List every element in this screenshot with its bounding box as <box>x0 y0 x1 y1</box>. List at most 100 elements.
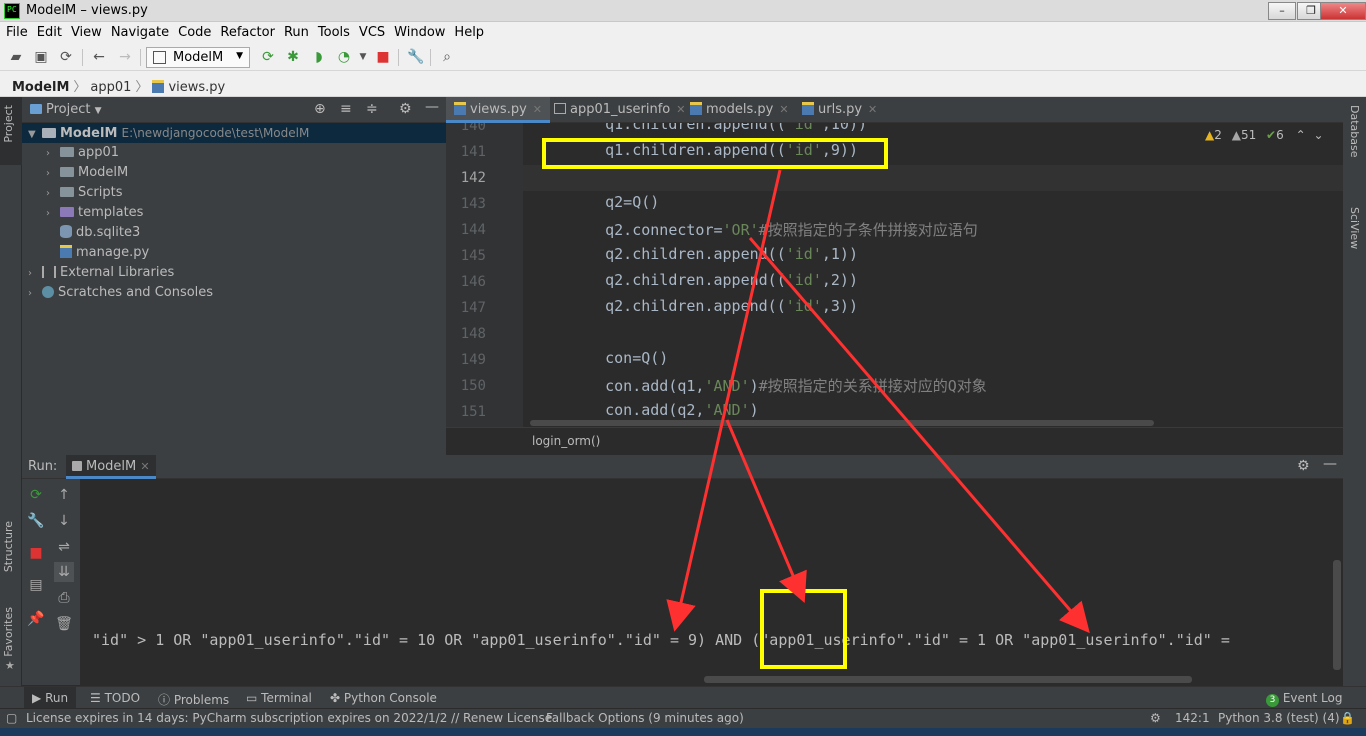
event-log-button[interactable]: 3 Event Log <box>1258 687 1350 709</box>
scroll-to-end-icon[interactable]: ⇊ <box>54 562 74 582</box>
tab-models-py[interactable]: models.py ✕ <box>682 97 797 123</box>
menu-vcs[interactable]: VCS <box>353 22 388 40</box>
locate-icon[interactable]: ⊕ <box>314 101 326 117</box>
tab-run[interactable]: ▶ Run <box>24 687 77 709</box>
rerun-icon[interactable]: ⟳ <box>260 49 276 65</box>
tab-app01-userinfo[interactable]: app01_userinfo ✕ <box>546 97 693 123</box>
hide-panel-icon[interactable]: — <box>1323 456 1337 472</box>
python-icon: ✤ <box>330 691 341 705</box>
tab-todo[interactable]: ☰ TODO <box>82 687 148 709</box>
tree-item-templates[interactable]: › templates <box>22 203 446 223</box>
structure-tool-tab[interactable]: Structure <box>2 521 15 572</box>
database-tool-tab[interactable]: Database <box>1348 105 1361 158</box>
up-icon[interactable]: ↑ <box>54 485 74 505</box>
menu-view[interactable]: View <box>65 22 105 40</box>
tree-item-modelm[interactable]: › ModelM <box>22 163 446 183</box>
profile-icon[interactable]: ◔ <box>336 49 352 65</box>
open-folder-icon[interactable]: ▰ <box>8 49 24 65</box>
expand-all-icon[interactable]: ≡ <box>340 101 352 117</box>
coverage-icon[interactable]: ◗ <box>311 49 327 65</box>
tree-item-db-sqlite3[interactable]: db.sqlite3 <box>22 223 446 243</box>
console-vertical-scrollbar[interactable] <box>1333 560 1341 670</box>
menu-run[interactable]: Run <box>278 22 312 40</box>
stop-icon[interactable]: ■ <box>375 49 391 65</box>
stop-icon[interactable]: ■ <box>26 543 46 563</box>
tab-terminal[interactable]: ▭ Terminal <box>238 687 320 709</box>
favorites-tool-tab[interactable]: Favorites <box>2 607 15 657</box>
print-icon[interactable]: ⎙ <box>54 588 74 608</box>
search-icon[interactable]: ⌕ <box>439 49 455 65</box>
tree-item-scripts[interactable]: › Scripts <box>22 183 446 203</box>
menu-file[interactable]: File <box>0 22 31 40</box>
project-view-icon <box>30 104 42 114</box>
menu-help[interactable]: Help <box>448 22 487 40</box>
menu-navigate[interactable]: Navigate <box>105 22 172 40</box>
minimize-button[interactable]: – <box>1268 2 1296 20</box>
close-button[interactable]: ✕ <box>1320 2 1366 20</box>
forward-icon[interactable]: → <box>117 49 133 65</box>
sync-icon[interactable]: ⟳ <box>58 49 74 65</box>
back-icon[interactable]: ← <box>91 49 107 65</box>
table-icon <box>554 103 566 114</box>
menu-bar: File Edit View Navigate Code Refactor Run Tools… <box>0 22 1366 44</box>
editor-horizontal-scrollbar[interactable] <box>530 420 1154 426</box>
console-horizontal-scrollbar[interactable] <box>704 676 1192 683</box>
debug-icon[interactable]: ✱ <box>285 49 301 65</box>
function-breadcrumb-label[interactable]: login_orm() <box>532 434 600 448</box>
gear-icon[interactable]: ⚙ <box>399 101 412 117</box>
caret-position[interactable]: 142:1 <box>1175 711 1210 725</box>
gear-icon[interactable]: ⚙ <box>1297 458 1310 474</box>
tab-urls-py[interactable]: urls.py ✕ <box>794 97 885 123</box>
list-icon: ☰ <box>90 691 101 705</box>
status-toggle-icon[interactable]: ▢ <box>6 711 17 725</box>
breadcrumb-folder[interactable]: app01 <box>90 80 131 95</box>
menu-edit[interactable]: Edit <box>31 22 65 40</box>
code-line: q2.connector='OR'#按照指定的子条件拼接对应语句 <box>569 221 978 239</box>
soft-wrap-icon[interactable]: ⇌ <box>54 537 74 557</box>
tab-problems[interactable]: ⓘ Problems <box>150 687 237 709</box>
menu-window[interactable]: Window <box>388 22 448 40</box>
code-editor[interactable]: q1.children.append(('id',10)) q1.childre… <box>523 123 1343 427</box>
tab-views-py[interactable]: views.py ✕ <box>446 97 551 123</box>
tab-python-console[interactable]: ✤ Python Console <box>322 687 445 709</box>
python-file-icon <box>454 102 466 115</box>
rerun-icon[interactable]: ⟳ <box>26 485 46 505</box>
run-icon: ▶ <box>32 691 42 705</box>
down-icon[interactable]: ↓ <box>54 511 74 531</box>
breadcrumb-file[interactable]: views.py <box>168 80 225 95</box>
tree-root[interactable]: ▼ ModelM E:\newdjangocode\test\ModelM <box>22 123 446 143</box>
run-console-output[interactable]: "id" > 1 OR "app01_userinfo"."id" = 10 O… <box>80 479 1343 685</box>
tree-item-scratches[interactable]: › Scratches and Consoles <box>22 283 446 303</box>
chevron-down-icon[interactable]: ▼ <box>95 106 102 116</box>
python-file-icon <box>60 245 72 258</box>
vcs-icon[interactable]: ⚙ <box>1150 711 1161 725</box>
license-message[interactable]: License expires in 14 days: PyCharm subs… <box>26 711 552 725</box>
wrench-icon[interactable]: 🔧 <box>26 511 46 531</box>
collapse-all-icon[interactable]: ≑ <box>366 101 378 117</box>
editor-gutter: 140 141 142 143 144 145 146 147 148 149 … <box>446 123 523 427</box>
menu-refactor[interactable]: Refactor <box>214 22 278 40</box>
lock-icon[interactable]: 🔒 <box>1340 711 1355 725</box>
run-tab-modelm[interactable]: ModelM ✕ <box>66 455 156 479</box>
project-tool-tab[interactable]: Project <box>2 105 15 143</box>
python-interpreter[interactable]: Python 3.8 (test) (4) <box>1218 711 1340 725</box>
menu-code[interactable]: Code <box>172 22 214 40</box>
hide-panel-icon[interactable]: — <box>425 99 439 115</box>
menu-tools[interactable]: Tools <box>312 22 353 40</box>
tree-item-manage-py[interactable]: manage.py <box>22 243 446 263</box>
wrench-settings-icon[interactable]: 🔧 <box>407 49 424 65</box>
run-config-select[interactable]: ModelM ▼ <box>146 47 250 68</box>
inspection-widget[interactable]: ▲2 ▲51 ✔6 ⌃ ⌄ <box>1205 128 1340 144</box>
code-line: q2.children.append(('id',3)) <box>569 297 858 315</box>
tree-item-external-libraries[interactable]: › External Libraries <box>22 263 446 283</box>
tree-item-app01[interactable]: › app01 <box>22 143 446 163</box>
event-count-badge: 3 <box>1266 694 1279 707</box>
save-icon[interactable]: ▣ <box>33 49 49 65</box>
more-run-chevron-icon[interactable]: ▼ <box>355 49 371 65</box>
breadcrumb-project[interactable]: ModelM <box>12 80 69 95</box>
layout-icon[interactable]: ▤ <box>26 575 46 595</box>
pin-icon[interactable]: 📌 <box>26 609 46 629</box>
fallback-options[interactable]: Fallback Options (9 minutes ago) <box>546 711 744 725</box>
trash-icon[interactable]: 🗑 <box>54 614 74 634</box>
sciview-tool-tab[interactable]: SciView <box>1348 207 1361 249</box>
